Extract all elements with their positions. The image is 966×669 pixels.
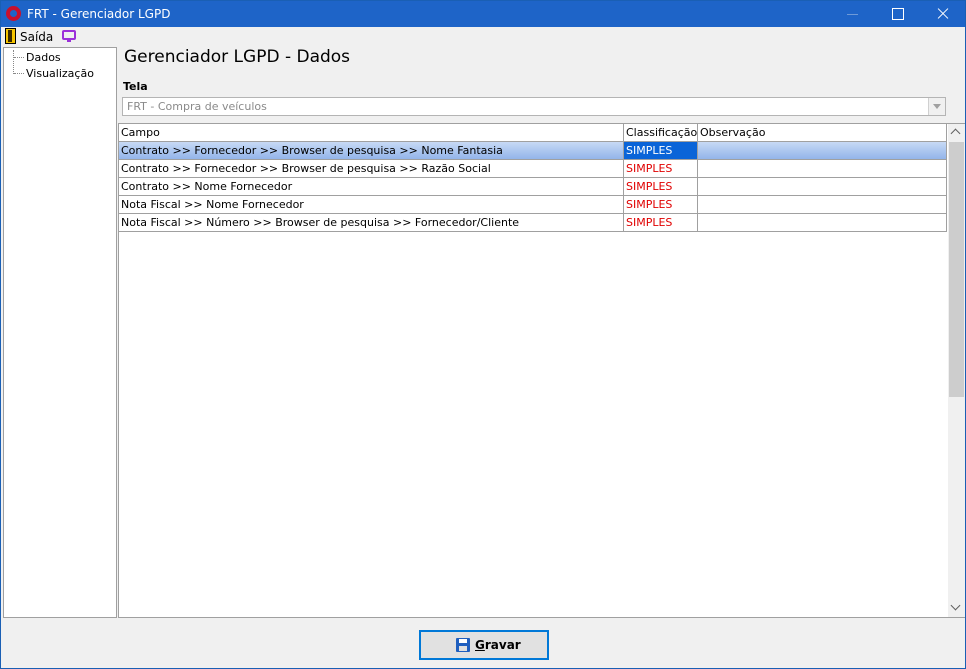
classification-value: SIMPLES — [626, 162, 673, 175]
tela-label: Tela — [123, 80, 148, 93]
floppy-disk-icon — [456, 638, 470, 652]
tree-connector — [14, 57, 24, 58]
cell-observacao[interactable] — [698, 214, 947, 231]
column-header-observacao[interactable]: Observação — [698, 124, 947, 142]
vertical-scrollbar[interactable] — [948, 124, 965, 617]
cell-observacao[interactable] — [698, 196, 947, 213]
navigation-tree: Dados Visualização — [3, 47, 117, 618]
cell-classificacao[interactable]: SIMPLES — [624, 196, 698, 213]
exit-door-icon[interactable] — [5, 28, 16, 44]
tela-select[interactable]: FRT - Compra de veículos — [122, 97, 946, 116]
close-button[interactable] — [920, 1, 966, 27]
scroll-up-icon[interactable] — [948, 124, 965, 141]
cell-campo[interactable]: Nota Fiscal >> Nome Fornecedor — [119, 196, 624, 213]
app-logo-icon — [6, 6, 21, 21]
menu-bar: Saída — [1, 27, 965, 46]
cell-observacao[interactable] — [698, 142, 947, 159]
chevron-down-icon[interactable] — [928, 98, 945, 115]
table-row[interactable]: Contrato >> Nome Fornecedor SIMPLES — [119, 178, 947, 196]
table-row[interactable]: Nota Fiscal >> Número >> Browser de pesq… — [119, 214, 947, 232]
cell-campo[interactable]: Nota Fiscal >> Número >> Browser de pesq… — [119, 214, 624, 231]
data-grid[interactable]: Campo Classificação Observação Contrato … — [118, 123, 965, 618]
app-window: FRT - Gerenciador LGPD Saída Dados Visua… — [0, 0, 966, 669]
cell-campo[interactable]: Contrato >> Fornecedor >> Browser de pes… — [119, 142, 624, 159]
monitor-icon[interactable] — [62, 30, 76, 42]
page-title: Gerenciador LGPD - Dados — [124, 47, 351, 67]
cell-campo[interactable]: Contrato >> Fornecedor >> Browser de pes… — [119, 160, 624, 177]
column-header-campo[interactable]: Campo — [119, 124, 624, 142]
scroll-thumb[interactable] — [949, 142, 964, 397]
scroll-down-icon[interactable] — [948, 600, 965, 617]
save-button[interactable]: Gravar — [419, 630, 549, 660]
cell-observacao[interactable] — [698, 160, 947, 177]
window-title: FRT - Gerenciador LGPD — [27, 7, 171, 21]
cell-observacao[interactable] — [698, 178, 947, 195]
tree-connector — [14, 73, 24, 74]
classification-value: SIMPLES — [626, 144, 673, 157]
grid-header: Campo Classificação Observação — [119, 124, 947, 142]
menu-exit[interactable]: Saída — [20, 30, 53, 44]
table-row[interactable]: Contrato >> Fornecedor >> Browser de pes… — [119, 160, 947, 178]
minimize-button[interactable] — [829, 1, 875, 27]
title-bar[interactable]: FRT - Gerenciador LGPD — [1, 1, 965, 27]
classification-value: SIMPLES — [626, 216, 673, 229]
tree-item-dados[interactable]: Dados — [26, 51, 61, 64]
column-header-classificacao[interactable]: Classificação — [624, 124, 698, 142]
table-row[interactable]: Nota Fiscal >> Nome Fornecedor SIMPLES — [119, 196, 947, 214]
classification-value: SIMPLES — [626, 198, 673, 211]
cell-classificacao[interactable]: SIMPLES — [624, 214, 698, 231]
cell-classificacao[interactable]: SIMPLES — [624, 142, 698, 159]
maximize-button[interactable] — [875, 1, 921, 27]
tela-select-value: FRT - Compra de veículos — [127, 100, 267, 113]
save-button-label: Gravar — [475, 638, 521, 652]
classification-value: SIMPLES — [626, 180, 673, 193]
tree-connector — [13, 50, 14, 74]
cell-classificacao[interactable]: SIMPLES — [624, 160, 698, 177]
cell-classificacao[interactable]: SIMPLES — [624, 178, 698, 195]
table-row[interactable]: Contrato >> Fornecedor >> Browser de pes… — [119, 142, 947, 160]
tree-item-visualizacao[interactable]: Visualização — [26, 67, 94, 80]
cell-campo[interactable]: Contrato >> Nome Fornecedor — [119, 178, 624, 195]
